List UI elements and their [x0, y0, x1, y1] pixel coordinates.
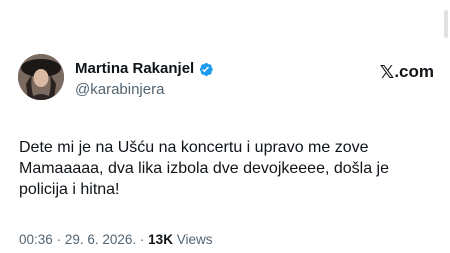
brand-suffix: .com [394, 62, 434, 81]
verified-badge-icon [197, 61, 214, 78]
meta-separator: · [56, 232, 62, 247]
brand-glyph: 𝕏 [379, 61, 395, 83]
views-count: 13K [148, 232, 173, 247]
avatar[interactable] [18, 54, 64, 100]
user-handle[interactable]: @karabinjera [75, 80, 214, 100]
avatar-photo-icon [18, 54, 64, 100]
tweet-card: Martina Rakanjel @karabinjera 𝕏 .com Dete… [18, 0, 440, 253]
name-row: Martina Rakanjel [75, 59, 214, 79]
views-label: Views [176, 232, 213, 247]
tweet-date[interactable]: 29. 6. 2026. [65, 232, 136, 247]
tweet-header: Martina Rakanjel @karabinjera 𝕏 .com [18, 54, 440, 104]
scrollbar[interactable] [444, 10, 448, 38]
tweet-text: Dete mi je na Ušću na koncertu i upravo … [19, 139, 394, 198]
x-logo-icon[interactable]: 𝕏 .com [379, 61, 434, 83]
user-info: Martina Rakanjel @karabinjera [75, 59, 214, 100]
display-name[interactable]: Martina Rakanjel [75, 59, 194, 79]
meta-separator: · [139, 232, 145, 247]
tweet-time[interactable]: 00:36 [19, 232, 53, 247]
tweet-meta: 00:36 · 29. 6. 2026. · 13K Views [19, 231, 212, 249]
